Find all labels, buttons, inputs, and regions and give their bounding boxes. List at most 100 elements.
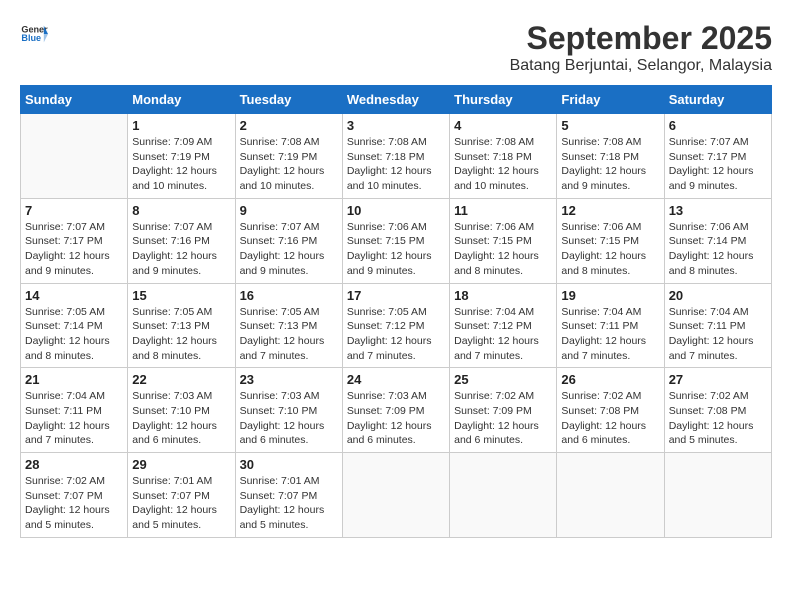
calendar-cell: 27 Sunrise: 7:02 AM Sunset: 7:08 PM Dayli… [664, 368, 771, 453]
day-info: Sunrise: 7:06 AM Sunset: 7:14 PM Dayligh… [669, 220, 767, 279]
day-number: 21 [25, 372, 123, 387]
weekday-header-wednesday: Wednesday [342, 86, 449, 114]
day-info: Sunrise: 7:05 AM Sunset: 7:12 PM Dayligh… [347, 305, 445, 364]
svg-text:Blue: Blue [21, 33, 41, 43]
day-info: Sunrise: 7:01 AM Sunset: 7:07 PM Dayligh… [132, 474, 230, 533]
day-number: 27 [669, 372, 767, 387]
week-row-1: 1Sunrise: 7:09 AM Sunset: 7:19 PM Daylig… [21, 114, 772, 199]
calendar-cell [21, 114, 128, 199]
month-title: September 2025 [510, 20, 772, 57]
day-number: 4 [454, 118, 552, 133]
calendar-cell: 13 Sunrise: 7:06 AM Sunset: 7:14 PM Dayli… [664, 198, 771, 283]
day-info: Sunrise: 7:02 AM Sunset: 7:08 PM Dayligh… [561, 389, 659, 448]
weekday-header-tuesday: Tuesday [235, 86, 342, 114]
weekday-header-sunday: Sunday [21, 86, 128, 114]
calendar-cell: 12 Sunrise: 7:06 AM Sunset: 7:15 PM Dayli… [557, 198, 664, 283]
day-info: Sunrise: 7:03 AM Sunset: 7:10 PM Dayligh… [132, 389, 230, 448]
day-info: Sunrise: 7:05 AM Sunset: 7:14 PM Dayligh… [25, 305, 123, 364]
location-title: Batang Berjuntai, Selangor, Malaysia [510, 57, 772, 75]
calendar-cell: 4 Sunrise: 7:08 AM Sunset: 7:18 PM Daylig… [450, 114, 557, 199]
day-number: 1 [132, 118, 230, 133]
day-info: Sunrise: 7:06 AM Sunset: 7:15 PM Dayligh… [454, 220, 552, 279]
weekday-header-row: SundayMondayTuesdayWednesdayThursdayFrid… [21, 86, 772, 114]
day-number: 22 [132, 372, 230, 387]
calendar-cell: 15Sunrise: 7:05 AM Sunset: 7:13 PM Dayli… [128, 283, 235, 368]
calendar-cell: 7 Sunrise: 7:07 AM Sunset: 7:17 PM Daylig… [21, 198, 128, 283]
calendar-cell: 14 Sunrise: 7:05 AM Sunset: 7:14 PM Dayli… [21, 283, 128, 368]
day-info: Sunrise: 7:04 AM Sunset: 7:11 PM Dayligh… [25, 389, 123, 448]
day-number: 23 [240, 372, 338, 387]
calendar-cell: 20 Sunrise: 7:04 AM Sunset: 7:11 PM Dayli… [664, 283, 771, 368]
calendar-cell: 1Sunrise: 7:09 AM Sunset: 7:19 PM Daylig… [128, 114, 235, 199]
day-info: Sunrise: 7:04 AM Sunset: 7:11 PM Dayligh… [669, 305, 767, 364]
weekday-header-monday: Monday [128, 86, 235, 114]
calendar-cell: 28 Sunrise: 7:02 AM Sunset: 7:07 PM Dayli… [21, 453, 128, 538]
day-number: 12 [561, 203, 659, 218]
calendar-cell [450, 453, 557, 538]
calendar-cell: 17 Sunrise: 7:05 AM Sunset: 7:12 PM Dayli… [342, 283, 449, 368]
day-info: Sunrise: 7:03 AM Sunset: 7:09 PM Dayligh… [347, 389, 445, 448]
day-number: 10 [347, 203, 445, 218]
day-info: Sunrise: 7:03 AM Sunset: 7:10 PM Dayligh… [240, 389, 338, 448]
day-number: 8 [132, 203, 230, 218]
calendar-cell: 23 Sunrise: 7:03 AM Sunset: 7:10 PM Dayli… [235, 368, 342, 453]
day-info: Sunrise: 7:08 AM Sunset: 7:18 PM Dayligh… [454, 135, 552, 194]
day-info: Sunrise: 7:02 AM Sunset: 7:08 PM Dayligh… [669, 389, 767, 448]
day-number: 15 [132, 288, 230, 303]
day-number: 7 [25, 203, 123, 218]
calendar-cell: 8Sunrise: 7:07 AM Sunset: 7:16 PM Daylig… [128, 198, 235, 283]
page-header: General Blue September 2025 Batang Berju… [20, 20, 772, 75]
day-number: 25 [454, 372, 552, 387]
week-row-5: 28 Sunrise: 7:02 AM Sunset: 7:07 PM Dayli… [21, 453, 772, 538]
calendar-cell [342, 453, 449, 538]
calendar-cell: 25 Sunrise: 7:02 AM Sunset: 7:09 PM Dayli… [450, 368, 557, 453]
day-number: 16 [240, 288, 338, 303]
logo: General Blue [20, 20, 48, 48]
day-number: 3 [347, 118, 445, 133]
day-number: 17 [347, 288, 445, 303]
calendar-cell: 16Sunrise: 7:05 AM Sunset: 7:13 PM Dayli… [235, 283, 342, 368]
day-info: Sunrise: 7:02 AM Sunset: 7:09 PM Dayligh… [454, 389, 552, 448]
calendar-cell: 3 Sunrise: 7:08 AM Sunset: 7:18 PM Daylig… [342, 114, 449, 199]
day-number: 28 [25, 457, 123, 472]
day-number: 24 [347, 372, 445, 387]
calendar-cell: 11Sunrise: 7:06 AM Sunset: 7:15 PM Dayli… [450, 198, 557, 283]
title-area: September 2025 Batang Berjuntai, Selango… [510, 20, 772, 75]
calendar-cell: 24 Sunrise: 7:03 AM Sunset: 7:09 PM Dayli… [342, 368, 449, 453]
day-info: Sunrise: 7:06 AM Sunset: 7:15 PM Dayligh… [347, 220, 445, 279]
day-number: 20 [669, 288, 767, 303]
week-row-4: 21 Sunrise: 7:04 AM Sunset: 7:11 PM Dayli… [21, 368, 772, 453]
day-number: 13 [669, 203, 767, 218]
calendar-cell: 26 Sunrise: 7:02 AM Sunset: 7:08 PM Dayli… [557, 368, 664, 453]
day-info: Sunrise: 7:02 AM Sunset: 7:07 PM Dayligh… [25, 474, 123, 533]
week-row-3: 14 Sunrise: 7:05 AM Sunset: 7:14 PM Dayli… [21, 283, 772, 368]
day-number: 14 [25, 288, 123, 303]
weekday-header-thursday: Thursday [450, 86, 557, 114]
day-number: 6 [669, 118, 767, 133]
calendar-cell: 30Sunrise: 7:01 AM Sunset: 7:07 PM Dayli… [235, 453, 342, 538]
weekday-header-saturday: Saturday [664, 86, 771, 114]
day-number: 26 [561, 372, 659, 387]
calendar-cell: 22 Sunrise: 7:03 AM Sunset: 7:10 PM Dayli… [128, 368, 235, 453]
day-info: Sunrise: 7:07 AM Sunset: 7:17 PM Dayligh… [25, 220, 123, 279]
calendar-cell: 18Sunrise: 7:04 AM Sunset: 7:12 PM Dayli… [450, 283, 557, 368]
week-row-2: 7 Sunrise: 7:07 AM Sunset: 7:17 PM Daylig… [21, 198, 772, 283]
day-info: Sunrise: 7:04 AM Sunset: 7:12 PM Dayligh… [454, 305, 552, 364]
calendar-cell: 21 Sunrise: 7:04 AM Sunset: 7:11 PM Dayli… [21, 368, 128, 453]
day-number: 30 [240, 457, 338, 472]
day-number: 9 [240, 203, 338, 218]
calendar-cell [557, 453, 664, 538]
calendar-cell: 5Sunrise: 7:08 AM Sunset: 7:18 PM Daylig… [557, 114, 664, 199]
day-info: Sunrise: 7:07 AM Sunset: 7:17 PM Dayligh… [669, 135, 767, 194]
weekday-header-friday: Friday [557, 86, 664, 114]
day-info: Sunrise: 7:08 AM Sunset: 7:18 PM Dayligh… [347, 135, 445, 194]
day-info: Sunrise: 7:04 AM Sunset: 7:11 PM Dayligh… [561, 305, 659, 364]
calendar-cell: 19 Sunrise: 7:04 AM Sunset: 7:11 PM Dayli… [557, 283, 664, 368]
day-info: Sunrise: 7:07 AM Sunset: 7:16 PM Dayligh… [240, 220, 338, 279]
day-info: Sunrise: 7:06 AM Sunset: 7:15 PM Dayligh… [561, 220, 659, 279]
calendar-cell: 9 Sunrise: 7:07 AM Sunset: 7:16 PM Daylig… [235, 198, 342, 283]
calendar-cell: 2Sunrise: 7:08 AM Sunset: 7:19 PM Daylig… [235, 114, 342, 199]
day-number: 29 [132, 457, 230, 472]
calendar-table: SundayMondayTuesdayWednesdayThursdayFrid… [20, 85, 772, 538]
day-number: 19 [561, 288, 659, 303]
